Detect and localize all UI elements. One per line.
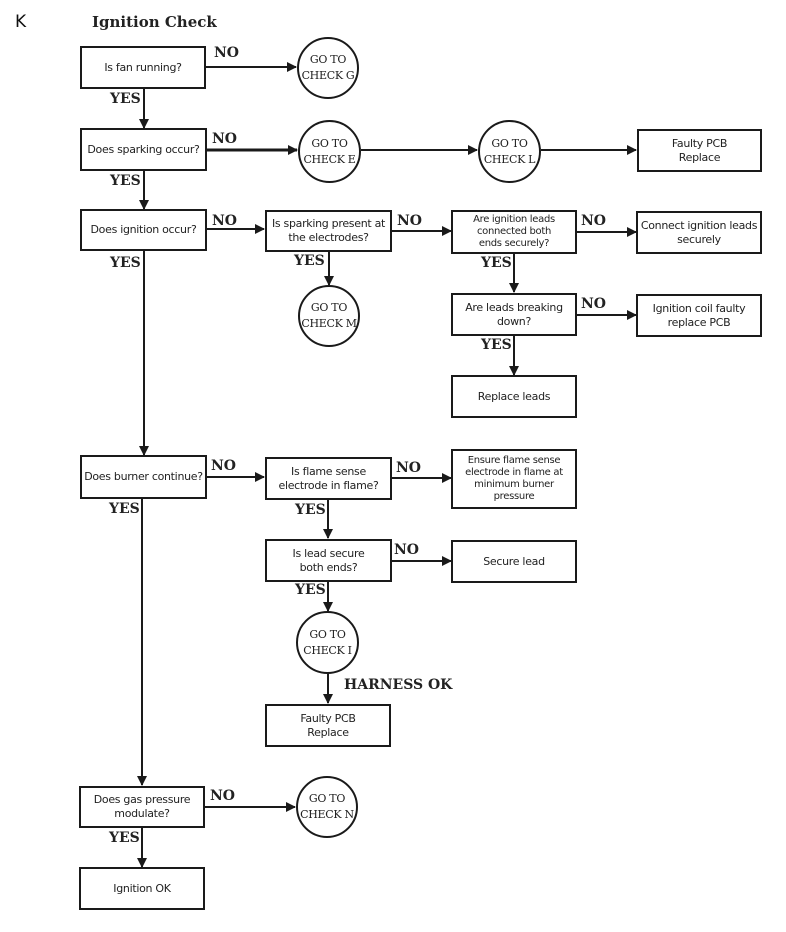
label-no: NO	[396, 460, 421, 476]
label-no: NO	[211, 458, 236, 474]
node-goto-check-l: GO TO CHECK L	[478, 120, 541, 183]
node-gas-pressure-modulate: Does gas pressure modulate?	[79, 786, 205, 828]
node-connect-ignition-leads: Connect ignition leads securely	[636, 211, 762, 254]
node-goto-check-m: GO TO CHECK M	[298, 285, 360, 347]
node-ensure-flame-sense: Ensure flame sense electrode in flame at…	[451, 449, 577, 509]
node-sparking-occur: Does sparking occur?	[80, 128, 207, 171]
label-no: NO	[212, 213, 237, 229]
node-leads-connected: Are ignition leads connected both ends s…	[451, 210, 577, 254]
node-ignition-coil-faulty: Ignition coil faulty replace PCB	[636, 294, 762, 337]
label-no: NO	[214, 45, 239, 61]
node-faulty-pcb-replace-2: Faulty PCB Replace	[265, 704, 391, 747]
label-no: NO	[394, 542, 419, 558]
label-no: NO	[581, 213, 606, 229]
label-yes: YES	[109, 501, 140, 517]
node-burner-continue: Does burner continue?	[80, 455, 207, 499]
label-yes: YES	[295, 502, 326, 518]
node-replace-leads: Replace leads	[451, 375, 577, 418]
label-yes: YES	[295, 582, 326, 598]
node-sparking-electrodes: Is sparking present at the electrodes?	[265, 210, 392, 252]
node-secure-lead: Secure lead	[451, 540, 577, 583]
label-yes: YES	[481, 255, 512, 271]
node-goto-check-e: GO TO CHECK E	[298, 120, 361, 183]
label-yes: YES	[110, 91, 141, 107]
node-goto-check-g: GO TO CHECK G	[297, 37, 359, 99]
label-yes: YES	[294, 253, 325, 269]
node-leads-breaking-down: Are leads breaking down?	[451, 293, 577, 336]
label-no: NO	[212, 131, 237, 147]
label-no: NO	[210, 788, 235, 804]
node-faulty-pcb-replace: Faulty PCB Replace	[637, 129, 762, 172]
label-harness-ok: HARNESS OK	[344, 677, 453, 693]
node-goto-check-n: GO TO CHECK N	[296, 776, 358, 838]
node-lead-secure-both-ends: Is lead secure both ends?	[265, 539, 392, 582]
node-ignition-occur: Does ignition occur?	[80, 209, 207, 251]
label-yes: YES	[481, 337, 512, 353]
node-fan-running: Is fan running?	[80, 46, 206, 89]
node-goto-check-i: GO TO CHECK I	[296, 611, 359, 674]
node-flame-sense-electrode: Is flame sense electrode in flame?	[265, 457, 392, 500]
label-yes: YES	[110, 173, 141, 189]
label-yes: YES	[110, 255, 141, 271]
node-ignition-ok: Ignition OK	[79, 867, 205, 910]
label-yes: YES	[109, 830, 140, 846]
label-no: NO	[581, 296, 606, 312]
label-no: NO	[397, 213, 422, 229]
